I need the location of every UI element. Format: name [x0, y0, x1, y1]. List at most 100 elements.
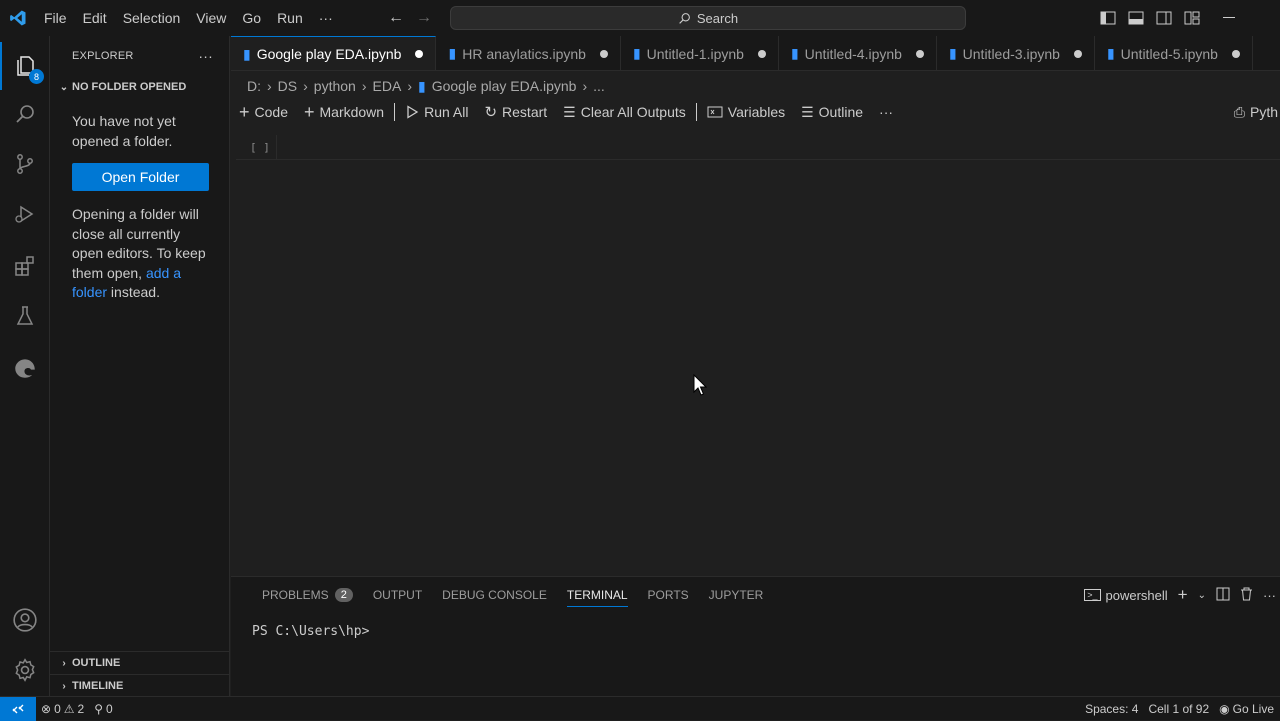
menu-view[interactable]: View: [188, 0, 234, 36]
kernel-picker[interactable]: ⎙ Pyth: [1226, 100, 1280, 124]
more-actions-icon[interactable]: ···: [871, 100, 901, 124]
radio-tower-icon: ⚲: [94, 701, 103, 716]
breadcrumb-item[interactable]: ...: [593, 78, 605, 94]
chevron-down-icon: ⌄: [59, 81, 69, 93]
terminal-prompt[interactable]: PS C:\Users\hp>: [252, 624, 369, 639]
extensions-activity[interactable]: [0, 242, 50, 290]
customize-layout-icon[interactable]: [1178, 0, 1206, 36]
ports-status[interactable]: ⚲ 0: [89, 702, 117, 716]
notebook-cell[interactable]: [ ]: [236, 135, 1280, 160]
breadcrumb-item[interactable]: Google play EDA.ipynb: [432, 78, 577, 94]
outline-title: OUTLINE: [72, 657, 121, 669]
clear-outputs-button[interactable]: ☰ Clear All Outputs: [555, 100, 694, 124]
tab-hr-analytics[interactable]: ▮ HR anaylatics.ipynb: [436, 36, 621, 70]
menu-run[interactable]: Run: [269, 0, 311, 36]
minimize-icon[interactable]: [1206, 0, 1252, 36]
tab-untitled-5[interactable]: ▮ Untitled-5.ipynb: [1095, 36, 1253, 70]
toggle-secondary-sidebar-icon[interactable]: [1150, 0, 1178, 36]
tab-untitled-4[interactable]: ▮ Untitled-4.ipynb: [779, 36, 937, 70]
edge-devtools-activity[interactable]: [0, 344, 50, 392]
tab-label: Untitled-3.ipynb: [962, 45, 1060, 62]
cell-position-status[interactable]: Cell 1 of 92: [1148, 702, 1209, 716]
beaker-icon: [16, 306, 34, 325]
open-folder-button[interactable]: Open Folder: [72, 163, 209, 191]
variables-button[interactable]: Variables: [699, 100, 793, 124]
breadcrumb-item[interactable]: python: [314, 78, 356, 94]
problems-count-badge: 2: [334, 588, 353, 602]
toggle-panel-icon[interactable]: [1122, 0, 1150, 36]
hint-text: Opening a folder will close all currentl…: [72, 206, 206, 281]
chevron-right-icon: ›: [361, 78, 367, 94]
tab-google-play-eda[interactable]: ▮ Google play EDA.ipynb: [231, 36, 437, 70]
run-all-button[interactable]: Run All: [397, 100, 476, 124]
command-center-search[interactable]: Search: [450, 6, 966, 30]
testing-activity[interactable]: [0, 292, 50, 340]
problems-status[interactable]: ⊗ 0 ⚠ 2: [36, 702, 89, 716]
tab-jupyter[interactable]: JUPYTER: [699, 577, 774, 613]
no-folder-section-header[interactable]: ⌄ NO FOLDER OPENED: [50, 76, 229, 98]
restart-button[interactable]: ↻ Restart: [476, 100, 555, 124]
menu-file[interactable]: File: [36, 0, 75, 36]
back-arrow-icon[interactable]: ←: [388, 9, 404, 27]
go-live-label: Go Live: [1232, 702, 1274, 716]
kernel-icon: ⎙: [1233, 103, 1245, 120]
menu-selection[interactable]: Selection: [115, 0, 189, 36]
tab-debug-console[interactable]: DEBUG CONSOLE: [432, 577, 557, 613]
run-debug-activity[interactable]: [0, 190, 50, 238]
tab-output[interactable]: OUTPUT: [363, 577, 432, 613]
toggle-sidebar-icon[interactable]: [1094, 0, 1122, 36]
restart-label: Restart: [502, 104, 548, 120]
breadcrumb-item[interactable]: DS: [278, 78, 297, 94]
new-terminal-icon[interactable]: +: [1178, 585, 1188, 605]
unsaved-dot-icon[interactable]: [599, 49, 608, 58]
unsaved-dot-icon[interactable]: [415, 50, 424, 58]
notebook-icon: ▮: [448, 45, 457, 61]
indentation-status[interactable]: Spaces: 4: [1085, 702, 1138, 716]
error-icon: ⊗: [41, 701, 52, 716]
tab-ports[interactable]: PORTS: [638, 577, 699, 613]
unsaved-dot-icon[interactable]: [1073, 49, 1082, 58]
chevron-down-icon[interactable]: ⌄: [1198, 590, 1206, 601]
forward-arrow-icon[interactable]: →: [416, 9, 432, 27]
explorer-activity[interactable]: 8: [0, 42, 50, 90]
more-actions-icon[interactable]: ···: [1263, 588, 1276, 603]
unsaved-dot-icon[interactable]: [1231, 49, 1240, 58]
maximize-icon[interactable]: [1252, 0, 1280, 36]
search-icon: [679, 12, 690, 24]
menu-go[interactable]: Go: [234, 0, 269, 36]
accounts-activity[interactable]: [0, 596, 50, 644]
menu-more[interactable]: ···: [311, 0, 341, 36]
clear-all-icon: ☰: [563, 103, 576, 120]
account-icon: [13, 608, 37, 632]
tab-problems[interactable]: PROBLEMS 2: [252, 577, 363, 613]
unsaved-dot-icon[interactable]: [757, 49, 766, 58]
kernel-label: Pyth: [1249, 104, 1278, 120]
remote-indicator[interactable]: [0, 696, 36, 721]
extensions-icon: [15, 256, 34, 276]
sidebar-more-icon[interactable]: ···: [198, 48, 213, 64]
outline-section[interactable]: › OUTLINE: [50, 651, 230, 674]
tab-untitled-1[interactable]: ▮ Untitled-1.ipynb: [621, 36, 779, 70]
tab-label: Untitled-5.ipynb: [1120, 45, 1218, 62]
breadcrumb-item[interactable]: EDA: [373, 78, 402, 94]
terminal-shell-selector[interactable]: >_ powershell: [1084, 588, 1168, 603]
search-activity[interactable]: [0, 90, 50, 138]
manage-activity[interactable]: [0, 646, 50, 694]
unsaved-dot-icon[interactable]: [915, 49, 924, 58]
menu-edit[interactable]: Edit: [75, 0, 115, 36]
add-code-button[interactable]: + Code: [231, 100, 296, 124]
trash-icon[interactable]: [1240, 587, 1253, 604]
source-control-activity[interactable]: [0, 140, 50, 188]
variables-icon: [707, 106, 723, 118]
add-markdown-button[interactable]: + Markdown: [296, 100, 392, 124]
outline-button[interactable]: ☰ Outline: [793, 100, 871, 124]
menu-bar: File Edit Selection View Go Run ···: [36, 0, 341, 36]
breadcrumb-item[interactable]: D:: [247, 78, 261, 94]
go-live-button[interactable]: ◉ Go Live: [1219, 702, 1274, 716]
vscode-logo-icon: [0, 0, 36, 36]
split-terminal-icon[interactable]: [1216, 587, 1230, 604]
tab-terminal[interactable]: TERMINAL: [557, 577, 638, 613]
tab-untitled-3[interactable]: ▮ Untitled-3.ipynb: [937, 36, 1095, 70]
notebook-icon: ▮: [948, 45, 957, 61]
timeline-section[interactable]: › TIMELINE: [50, 674, 230, 697]
